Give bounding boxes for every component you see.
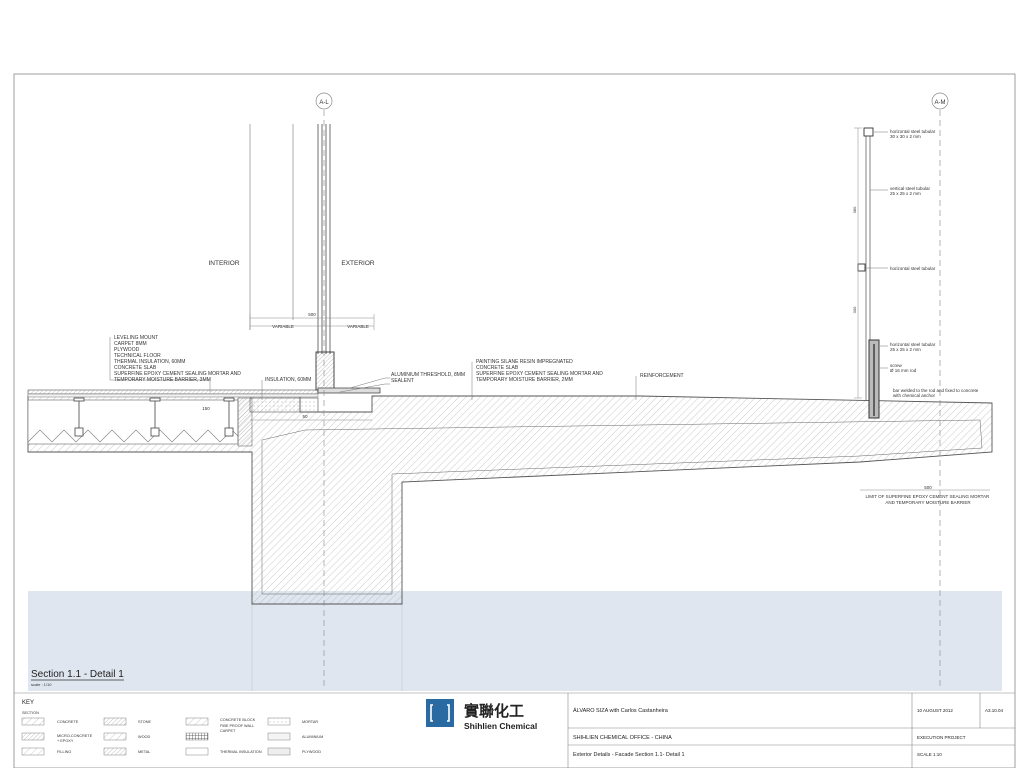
grid-label-a-m: A-M [935,100,946,106]
threshold-insulation [249,397,319,413]
rail-label-1: horizontal steel tubular 30 x 30 x 2 mm [890,129,937,139]
left-callout: LEVELING MOUNT CARPET 8MM PLYWOOD TECHNI… [114,335,242,383]
legend-subtitle: SECTION [22,711,39,715]
legend-item: ALUMINIUM [302,735,323,739]
legend-item: THERMAL INSULATION [220,750,262,754]
rail-label-4: horizontal steel tubular 25 x 25 x 2 mm [890,342,937,352]
dim-500-bottom: 500 [924,485,932,490]
interior-label: INTERIOR [208,260,239,267]
section-title: Section 1.1 - Detail 1 [31,669,124,680]
legend-item: WOOD [138,735,150,739]
project-name: SHIHLIEN CHEMICAL OFFICE - CHINA [573,735,672,741]
dim-380: 380 [852,206,857,213]
sealent-label: SEALENT [391,378,414,384]
shihlien-logo: 實聯化工 Shihlien Chemical [426,699,537,731]
legend-item: PLYWOOD [302,750,321,754]
rail-label-2: vertical steel tubular 25 x 25 x 2 mm [890,186,931,196]
legend-item: CARPET [220,729,236,733]
rail-label-5: screw Ø 16 mm rod [890,363,917,373]
rail-label-6: bar welded to the rod and fixed to concr… [893,388,980,398]
rail-label-3: horizontal steel tubular [890,266,936,271]
legend-item: FIBE PROOF WALL [220,724,254,728]
legend-item: FILLING [57,750,71,754]
reinforcement-label: REINFORCEMENT [640,373,684,379]
legend-item: STONE [138,720,151,724]
limit-label: LIMIT OF SUPERFINE EPOXY CEMENT SEALING … [865,494,990,505]
railing [857,127,880,419]
logo-chinese: 實聯化工 [464,702,524,720]
middle-callout: PAINTING SILANE RESIN IMPREGNATED CONCRE… [476,359,604,383]
legend-item: CONCRETE BLOCK [220,718,256,722]
legend-item: MORTAR [302,720,318,724]
insulation-label: INSULATION, 60MM [265,377,311,383]
legend-item: CONCRETE [57,720,79,724]
logo-english: Shihlien Chemical [464,721,537,731]
legend-item: + EPOXY [57,739,74,743]
legend-item: METAL [138,750,150,754]
grid-label-a-l: A-L [319,100,329,106]
sheet-number: A3.10.04 [985,708,1004,713]
section-scale: scale : 1/10 [31,682,52,687]
curtain-wall-mullion [317,124,331,354]
railing-dimension [854,127,862,399]
ground-fill [28,591,1002,691]
exterior-label: EXTERIOR [341,260,375,267]
dim-300: 300 [852,306,857,313]
legend-title: KEY [22,700,34,706]
dim-150: 150 [202,406,210,411]
legend-item: MICRO-CONCRETE [57,734,93,738]
project-phase: EXECUTION PROJECT [917,735,966,740]
drawing-sheet: A-L A-M INTERIOR EXTERIOR 500 VARIABLE V… [13,73,1016,768]
drawing-scale: SCALE 1:10 [917,752,942,757]
curtain-wall-base [315,351,335,391]
dim-500-top: 500 [308,312,316,317]
dim-variable-left: VARIABLE [272,324,294,329]
issue-date: 10 AUGUST 2012 [917,708,953,713]
architect-name: ÁLVARO SIZA with Carlos Castanheira [573,707,669,714]
drawing-title: Exterior Details - Facade Section 1.1- D… [573,752,685,758]
dim-400: 50 [302,414,308,419]
dim-variable-right: VARIABLE [347,324,369,329]
